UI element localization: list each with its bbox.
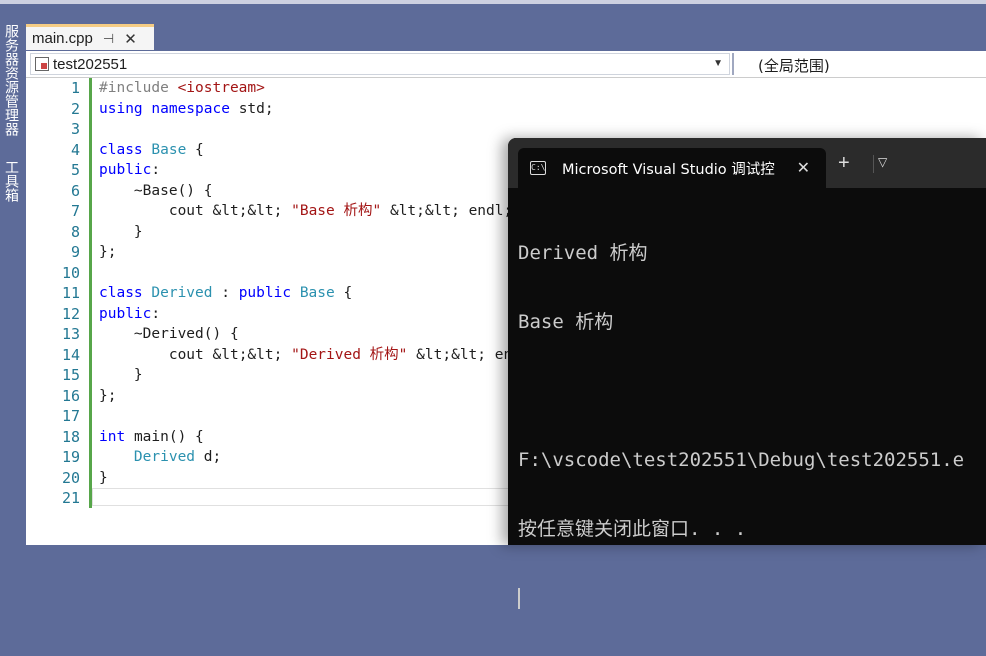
- text-cursor: [518, 588, 520, 609]
- terminal-titlebar: C:\ Microsoft Visual Studio 调试控 ✕ + ▽: [508, 138, 986, 188]
- line-number: 18: [61, 427, 80, 446]
- output-line: Base 析构: [518, 311, 614, 333]
- line-number: 16: [61, 386, 80, 405]
- pin-icon[interactable]: ⊣: [103, 31, 114, 47]
- line-number: 21: [61, 489, 80, 507]
- line-number: 15: [61, 366, 80, 384]
- line-number: 5: [70, 161, 80, 179]
- global-scope-dropdown[interactable]: (全局范围): [758, 55, 830, 76]
- debug-console-window[interactable]: C:\ Microsoft Visual Studio 调试控 ✕ + ▽ De…: [508, 138, 986, 609]
- side-panel: 服务器资源管理器 工具箱: [0, 4, 22, 545]
- line-number-gutter: 1 2 3 4 5 6 7 8 9 10 11 12 13 14 15 16 1…: [36, 78, 80, 509]
- line-number: 14: [61, 345, 80, 364]
- project-icon: [35, 57, 49, 71]
- new-tab-button[interactable]: +: [838, 153, 850, 173]
- nav-divider: [732, 53, 734, 75]
- line-number: 9: [70, 243, 80, 261]
- project-scope-dropdown[interactable]: test202551 ▼: [30, 53, 730, 75]
- line-number: 4: [70, 140, 80, 159]
- line-number: 7: [70, 202, 80, 220]
- console-icon: C:\: [530, 161, 546, 175]
- terminal-tab[interactable]: C:\ Microsoft Visual Studio 调试控 ✕: [518, 148, 826, 188]
- line-number: 17: [61, 407, 80, 425]
- titlebar-divider: [873, 155, 874, 173]
- server-explorer-tab[interactable]: 服务器资源管理器: [0, 24, 22, 136]
- chevron-down-icon[interactable]: ▽: [878, 155, 887, 169]
- line-number: 20: [61, 468, 80, 487]
- chevron-down-icon: ▼: [713, 58, 723, 69]
- tab-main-cpp[interactable]: main.cpp ⊣ ✕: [26, 24, 154, 50]
- top-toolbar-strip: [0, 0, 986, 4]
- line-number: 8: [70, 222, 80, 241]
- terminal-title: Microsoft Visual Studio 调试控: [562, 161, 775, 178]
- output-line: Derived 析构: [518, 242, 648, 264]
- toolbox-tab[interactable]: 工具箱: [0, 160, 22, 202]
- line-number: 1: [70, 79, 80, 97]
- line-number: 19: [61, 448, 80, 466]
- line-number: 6: [70, 181, 80, 200]
- close-icon[interactable]: ✕: [124, 30, 137, 48]
- output-line: F:\vscode\test202551\Debug\test202551.e: [518, 449, 965, 471]
- project-scope-label: test202551: [53, 55, 128, 73]
- navigation-bar: test202551 ▼ (全局范围): [26, 51, 986, 78]
- line-number: 3: [70, 120, 80, 138]
- code-line: using namespace std;: [99, 100, 274, 117]
- close-icon[interactable]: ✕: [797, 158, 810, 178]
- change-indicator-bar: [89, 78, 92, 508]
- line-number: 13: [61, 325, 80, 343]
- line-number: 11: [61, 284, 80, 302]
- terminal-output[interactable]: Derived 析构 Base 析构 F:\vscode\test202551\…: [518, 196, 964, 656]
- line-number: 12: [61, 304, 80, 323]
- output-line: 按任意键关闭此窗口. . .: [518, 518, 747, 540]
- tab-label: main.cpp: [32, 30, 93, 47]
- line-number: 2: [70, 99, 80, 118]
- code-line: #include <iostream>: [99, 80, 265, 96]
- line-number: 10: [61, 263, 80, 282]
